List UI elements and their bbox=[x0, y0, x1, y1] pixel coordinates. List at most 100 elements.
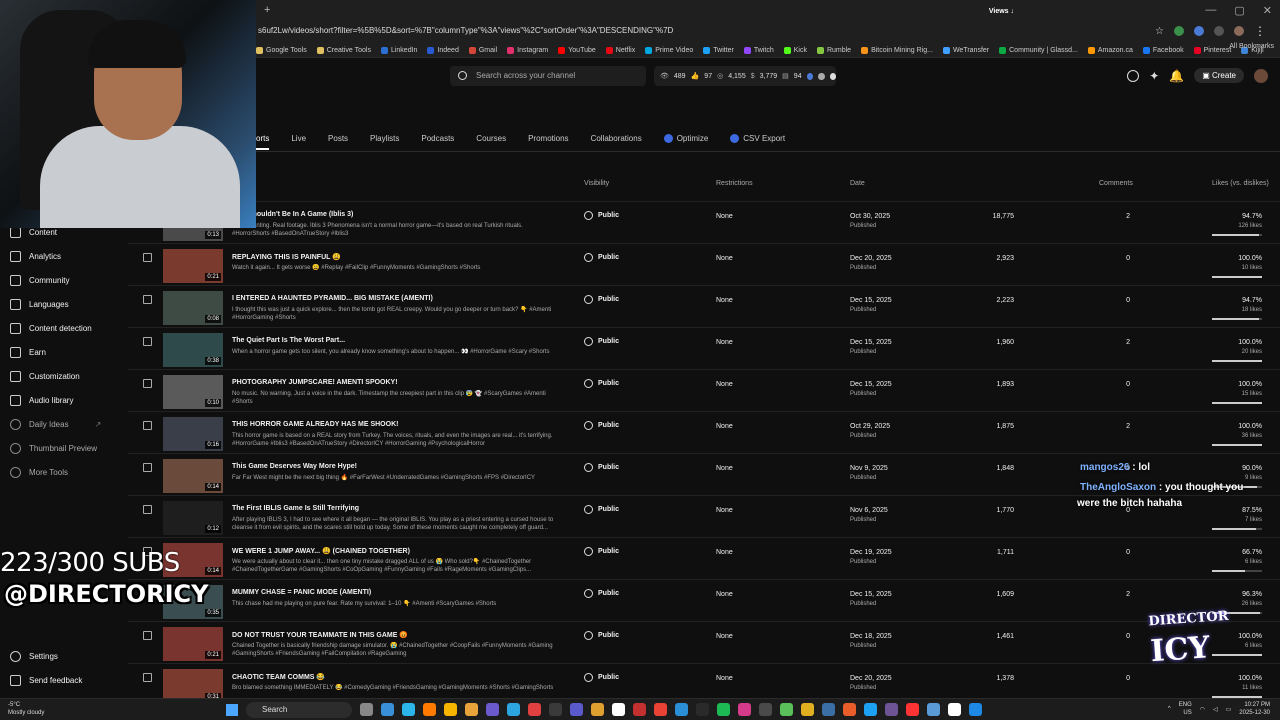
video-title[interactable]: I ENTERED A HAUNTED PYRAMID... BIG MISTA… bbox=[232, 295, 433, 302]
taskbar-app-icon[interactable] bbox=[696, 703, 709, 716]
close-icon[interactable]: ✕ bbox=[1263, 4, 1272, 17]
row-checkbox[interactable] bbox=[143, 295, 152, 304]
sidebar-item-community[interactable]: Community bbox=[10, 272, 69, 288]
clock[interactable]: 10:27 PM 2025-12-30 bbox=[1239, 701, 1270, 717]
visibility-cell[interactable]: Public bbox=[584, 673, 619, 682]
sidebar-item-analytics[interactable]: Analytics bbox=[10, 248, 61, 264]
create-button[interactable]: ▣ Create bbox=[1194, 68, 1244, 83]
video-title[interactable]: REPLAYING THIS IS PAINFUL 😩 bbox=[232, 253, 341, 261]
taskbar-app-icon[interactable] bbox=[444, 703, 457, 716]
bookmark-item[interactable]: Prime Video bbox=[645, 46, 693, 54]
taskbar-app-icon[interactable] bbox=[402, 703, 415, 716]
video-title[interactable]: This Game Deserves Way More Hype! bbox=[232, 463, 357, 470]
visibility-cell[interactable]: Public bbox=[584, 421, 619, 430]
sparkle-icon[interactable]: ✦ bbox=[1149, 69, 1159, 83]
video-title[interactable]: THIS HORROR GAME ALREADY HAS ME SHOOK! bbox=[232, 421, 398, 428]
bookmark-item[interactable]: Google Tools bbox=[256, 46, 307, 54]
tab-posts[interactable]: Posts bbox=[328, 128, 348, 150]
table-row[interactable]: 0:21 REPLAYING THIS IS PAINFUL 😩 Watch it … bbox=[128, 247, 1280, 289]
bookmark-item[interactable]: Bitcoin Mining Rig... bbox=[861, 46, 933, 54]
taskbar-app-icon[interactable] bbox=[906, 703, 919, 716]
taskbar-app-icon[interactable] bbox=[927, 703, 940, 716]
sidebar-item-content-detection[interactable]: Content detection bbox=[10, 320, 92, 336]
bookmark-item[interactable]: Instagram bbox=[507, 46, 548, 54]
language-indicator[interactable]: ENG US bbox=[1179, 701, 1192, 717]
taskbar-app-icon[interactable] bbox=[717, 703, 730, 716]
taskbar-app-icon[interactable] bbox=[738, 703, 751, 716]
video-title[interactable]: PHOTOGRAPHY JUMPSCARE! AMENTI SPOOKY! bbox=[232, 379, 398, 386]
visibility-cell[interactable]: Public bbox=[584, 295, 619, 304]
video-thumbnail[interactable]: 0:38 bbox=[163, 333, 223, 367]
video-title[interactable]: MUMMY CHASE = PANIC MODE (AMENTI) bbox=[232, 589, 371, 596]
table-row[interactable]: 0:13 ...ne Shouldn't Be In A Game (Iblis … bbox=[128, 205, 1280, 247]
channel-stats-bar[interactable]: 👁 489 👍 97 ◎ 4,155 $3,779 ▤ 94 bbox=[654, 66, 836, 86]
column-header-comments[interactable]: Comments bbox=[1099, 180, 1133, 194]
sidebar-item-customization[interactable]: Customization bbox=[10, 368, 80, 384]
column-header-views[interactable]: Views ↓ bbox=[988, 8, 1014, 22]
tray-chevron-icon[interactable]: ^ bbox=[1168, 706, 1171, 712]
taskbar-app-icon[interactable] bbox=[885, 703, 898, 716]
sidebar-item-languages[interactable]: Languages bbox=[10, 296, 69, 312]
video-thumbnail[interactable]: 0:16 bbox=[163, 417, 223, 451]
sidebar-item-audio-library[interactable]: Audio library bbox=[10, 392, 73, 408]
visibility-cell[interactable]: Public bbox=[584, 505, 619, 514]
taskbar-app-icon[interactable] bbox=[486, 703, 499, 716]
maximize-icon[interactable]: ▢ bbox=[1234, 4, 1244, 17]
taskbar-app-icon[interactable] bbox=[759, 703, 772, 716]
column-header-visibility[interactable]: Visibility bbox=[584, 180, 609, 194]
taskbar-app-icon[interactable] bbox=[612, 703, 625, 716]
table-row[interactable]: 0:35 MUMMY CHASE = PANIC MODE (AMENTI) Thi… bbox=[128, 583, 1280, 625]
taskbar-app-icon[interactable] bbox=[360, 703, 373, 716]
video-thumbnail[interactable]: 0:10 bbox=[163, 375, 223, 409]
column-header-restrictions[interactable]: Restrictions bbox=[716, 180, 753, 194]
taskbar-app-icon[interactable] bbox=[381, 703, 394, 716]
tab-live[interactable]: Live bbox=[291, 128, 306, 150]
bookmark-item[interactable]: Community | Glassd... bbox=[999, 46, 1078, 54]
row-checkbox[interactable] bbox=[143, 631, 152, 640]
profile-icon[interactable] bbox=[1234, 26, 1244, 36]
tab-promotions[interactable]: Promotions bbox=[528, 128, 568, 150]
bookmark-item[interactable]: Gmail bbox=[468, 46, 497, 54]
taskbar-app-icon[interactable] bbox=[507, 703, 520, 716]
stat-extra-icon[interactable] bbox=[806, 72, 814, 80]
minimize-icon[interactable]: — bbox=[1205, 4, 1216, 17]
tab-orts[interactable]: orts bbox=[256, 128, 270, 150]
volume-icon[interactable]: ◁ bbox=[1213, 706, 1218, 713]
column-header-likes[interactable]: Likes (vs. dislikes) bbox=[1212, 180, 1269, 194]
row-checkbox[interactable] bbox=[143, 337, 152, 346]
table-row[interactable]: 0:38 The Quiet Part Is The Worst Part... W… bbox=[128, 331, 1280, 373]
sidebar-item-earn[interactable]: Earn bbox=[10, 344, 46, 360]
video-thumbnail[interactable]: 0:12 bbox=[163, 501, 223, 535]
table-row[interactable]: 0:21 DO NOT TRUST YOUR TEAMMATE IN THIS G… bbox=[128, 625, 1280, 667]
bookmark-item[interactable]: Twitter bbox=[703, 46, 734, 54]
row-checkbox[interactable] bbox=[143, 505, 152, 514]
channel-search-input[interactable]: Search across your channel bbox=[450, 66, 646, 86]
sidebar-item-more-tools[interactable]: More Tools bbox=[10, 464, 68, 480]
row-checkbox[interactable] bbox=[143, 421, 152, 430]
taskbar-app-icon[interactable] bbox=[549, 703, 562, 716]
visibility-cell[interactable]: Public bbox=[584, 379, 619, 388]
visibility-cell[interactable]: Public bbox=[584, 463, 619, 472]
stat-extra-icon[interactable] bbox=[818, 72, 825, 80]
notifications-bell-icon[interactable]: 🔔 bbox=[1169, 69, 1184, 83]
tab-optimize[interactable]: Optimize bbox=[663, 128, 708, 150]
video-thumbnail[interactable]: 0:21 bbox=[163, 627, 223, 661]
row-checkbox[interactable] bbox=[143, 673, 152, 682]
sidebar-item-daily-ideas[interactable]: Daily Ideas ↗ bbox=[10, 416, 101, 432]
tab-collaborations[interactable]: Collaborations bbox=[591, 128, 642, 150]
video-title[interactable]: WE WERE 1 JUMP AWAY... 😩 (CHAINED TOGETH… bbox=[232, 547, 410, 555]
bookmark-item[interactable]: Indeed bbox=[427, 46, 459, 54]
bookmark-item[interactable]: Twitch bbox=[743, 46, 774, 54]
visibility-cell[interactable]: Public bbox=[584, 589, 619, 598]
taskbar-app-icon[interactable] bbox=[654, 703, 667, 716]
taskbar-app-icon[interactable] bbox=[633, 703, 646, 716]
sidebar-item-thumbnail-preview[interactable]: Thumbnail Preview bbox=[10, 440, 97, 456]
row-checkbox[interactable] bbox=[143, 379, 152, 388]
bookmark-item[interactable]: LinkedIn bbox=[380, 46, 417, 54]
visibility-cell[interactable]: Public bbox=[584, 211, 619, 220]
sidebar-item-send-feedback[interactable]: Send feedback bbox=[10, 672, 82, 688]
visibility-cell[interactable]: Public bbox=[584, 631, 619, 640]
windows-start-icon[interactable] bbox=[226, 704, 238, 716]
bookmark-item[interactable]: Facebook bbox=[1142, 46, 1184, 54]
visibility-cell[interactable]: Public bbox=[584, 253, 619, 262]
